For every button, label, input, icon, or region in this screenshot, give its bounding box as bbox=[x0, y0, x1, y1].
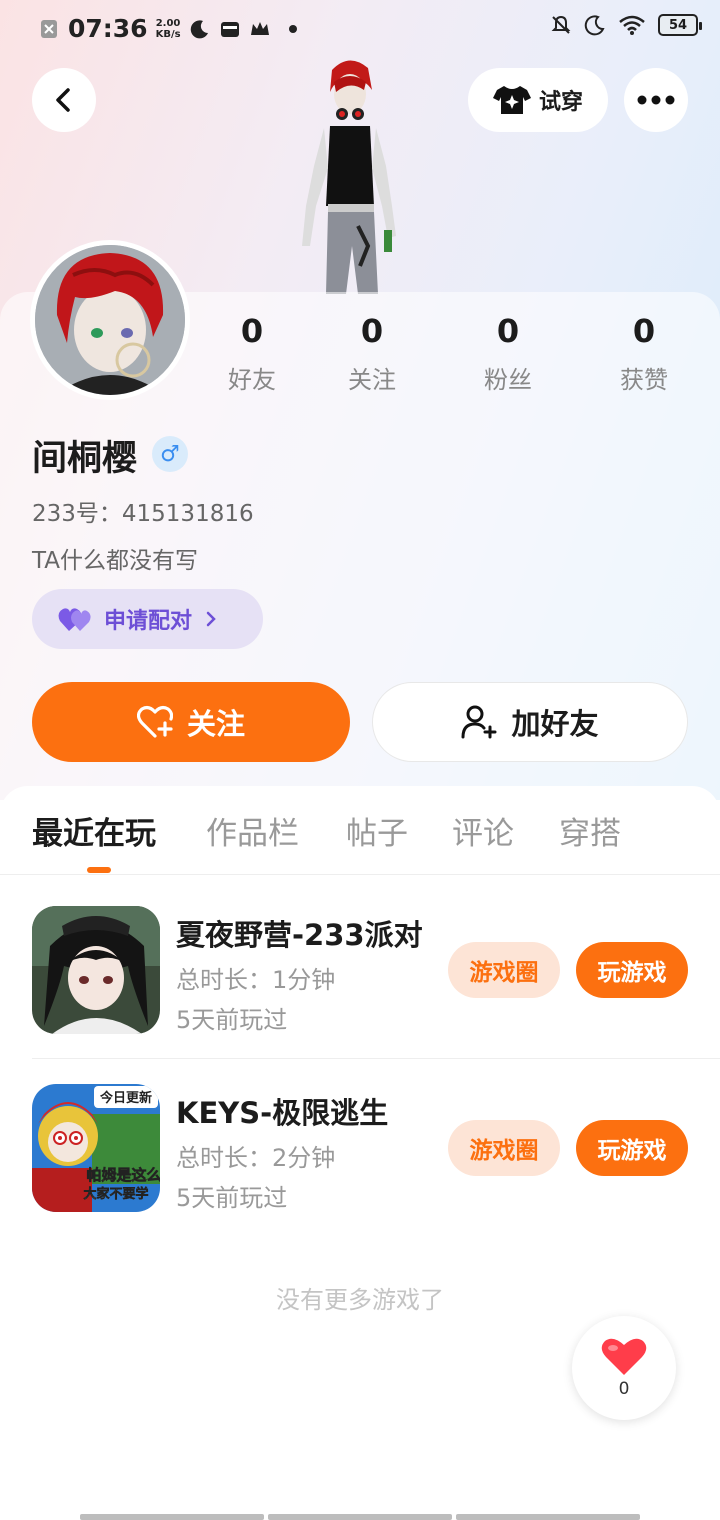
game-icon[interactable] bbox=[32, 906, 160, 1034]
game-title: KEYS-极限逃生 bbox=[176, 1096, 389, 1130]
profile-stats: 0 好友 0 关注 0 粉丝 0 获赞 bbox=[0, 312, 720, 402]
moon-icon bbox=[190, 19, 208, 38]
floating-like-button[interactable]: 0 bbox=[572, 1316, 676, 1420]
game-duration: 总时长：1分钟 bbox=[176, 966, 336, 994]
game-icon[interactable]: 今日更新 帕姆是这么 大家不要学 bbox=[32, 1084, 160, 1212]
game-last-played: 5天前玩过 bbox=[176, 1006, 288, 1034]
svg-text:今日更新: 今日更新 bbox=[99, 1090, 152, 1106]
more-dots-icon bbox=[637, 95, 675, 105]
add-user-icon bbox=[461, 705, 497, 739]
crown-icon bbox=[250, 21, 269, 35]
moon-icon bbox=[584, 15, 605, 36]
male-gender-icon: ♂ bbox=[152, 436, 188, 472]
tshirt-icon bbox=[492, 86, 531, 114]
play-game-button[interactable]: 玩游戏 bbox=[576, 1120, 688, 1176]
game-list-item[interactable]: 夏夜野营-233派对 总时长：1分钟 5天前玩过 游戏圈 玩游戏 bbox=[0, 906, 720, 1036]
profile-tabs: 最近在玩 作品栏 帖子 评论 穿搭 bbox=[0, 808, 720, 874]
game-title: 夏夜野营-233派对 bbox=[176, 918, 423, 952]
stat-fans[interactable]: 0 粉丝 bbox=[448, 312, 568, 395]
user-id: 233号：415131816 bbox=[32, 501, 254, 527]
wifi-icon bbox=[619, 15, 645, 35]
active-tab-indicator bbox=[87, 867, 111, 873]
mute-bell-icon bbox=[551, 15, 571, 34]
username: 间桐樱 bbox=[32, 439, 138, 479]
stat-following[interactable]: 0 关注 bbox=[312, 312, 432, 395]
request-match-button[interactable]: 申请配对 bbox=[32, 589, 263, 649]
game-icon-image: 今日更新 帕姆是这么 大家不要学 bbox=[32, 1084, 160, 1212]
user-bio: TA什么都没有写 bbox=[32, 548, 198, 574]
gesture-bar bbox=[80, 1514, 640, 1520]
game-icon-image bbox=[32, 906, 160, 1034]
try-on-label: 试穿 bbox=[538, 90, 583, 115]
status-bar: 07:36 2.00 KB/s 54 bbox=[0, 0, 720, 58]
more-button[interactable] bbox=[624, 68, 688, 132]
no-more-games-text: 没有更多游戏了 bbox=[276, 1286, 444, 1314]
try-on-button[interactable]: 试穿 bbox=[468, 68, 608, 132]
game-circle-button[interactable]: 游戏圈 bbox=[448, 1120, 560, 1176]
game-list-item[interactable]: 今日更新 帕姆是这么 大家不要学 KEYS-极限逃生 总时长：2分钟 5天前玩过… bbox=[0, 1084, 720, 1214]
svg-text:帕姆是这么: 帕姆是这么 bbox=[86, 1166, 160, 1184]
net-speed: 2.00 KB/s bbox=[155, 17, 181, 40]
character-avatar-figure bbox=[302, 60, 396, 294]
dot-icon bbox=[288, 24, 297, 33]
follow-label: 关注 bbox=[186, 707, 245, 741]
heart-plus-icon bbox=[136, 705, 173, 738]
battery-indicator: 54 bbox=[658, 14, 702, 36]
stat-friends[interactable]: 0 好友 bbox=[192, 312, 312, 395]
status-time: 07:36 bbox=[68, 14, 148, 43]
wallet-icon bbox=[220, 21, 239, 37]
notification-close-icon bbox=[41, 19, 57, 38]
play-game-button[interactable]: 玩游戏 bbox=[576, 942, 688, 998]
request-match-label: 申请配对 bbox=[104, 609, 193, 634]
tab-comments[interactable]: 评论 bbox=[452, 808, 514, 853]
add-friend-label: 加好友 bbox=[511, 707, 599, 741]
heart-icon bbox=[601, 1338, 647, 1375]
like-count: 0 bbox=[618, 1379, 630, 1399]
game-last-played: 5天前玩过 bbox=[176, 1184, 288, 1212]
game-circle-button[interactable]: 游戏圈 bbox=[448, 942, 560, 998]
tab-outfits[interactable]: 穿搭 bbox=[559, 808, 621, 853]
tabs-divider bbox=[0, 874, 720, 875]
tab-posts[interactable]: 帖子 bbox=[346, 808, 408, 853]
add-friend-button[interactable]: 加好友 bbox=[372, 682, 688, 762]
stat-likes[interactable]: 0 获赞 bbox=[584, 312, 704, 395]
follow-button[interactable]: 关注 bbox=[32, 682, 350, 762]
chevron-right-icon bbox=[206, 611, 216, 627]
chevron-left-icon bbox=[56, 88, 70, 112]
tab-works[interactable]: 作品栏 bbox=[206, 808, 299, 853]
list-divider bbox=[32, 1058, 720, 1059]
svg-text:大家不要学: 大家不要学 bbox=[83, 1186, 148, 1202]
game-duration: 总时长：2分钟 bbox=[176, 1144, 336, 1172]
back-button[interactable] bbox=[32, 68, 96, 132]
double-heart-icon bbox=[58, 608, 91, 631]
tab-recent-playing[interactable]: 最近在玩 bbox=[32, 808, 156, 853]
